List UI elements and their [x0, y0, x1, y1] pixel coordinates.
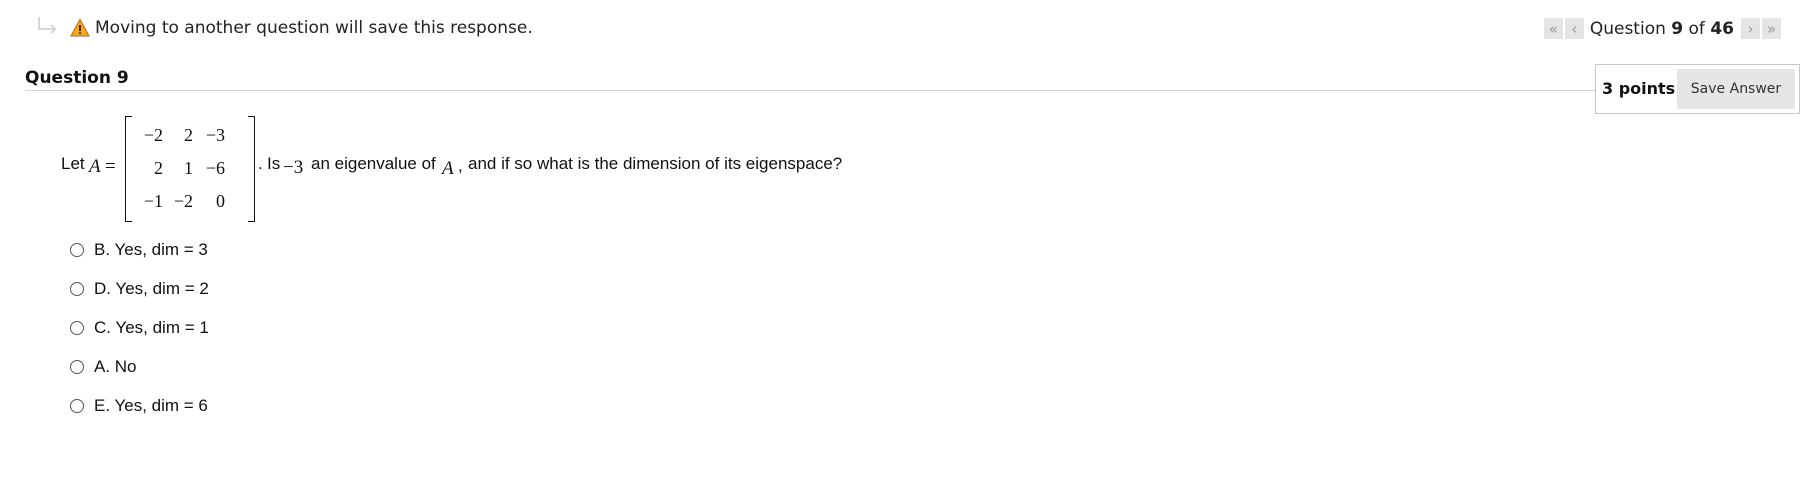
- points-panel: 3 points Save Answer: [1595, 64, 1800, 114]
- option-label[interactable]: D. Yes, dim = 2: [94, 279, 209, 299]
- header-divider: [25, 90, 1605, 91]
- option-label[interactable]: A. No: [94, 357, 137, 377]
- option-label[interactable]: C. Yes, dim = 1: [94, 318, 209, 338]
- matrix-cell: −6: [205, 158, 225, 178]
- nav-prefix: Question: [1589, 18, 1666, 39]
- matrix-cell: 0: [216, 191, 225, 211]
- first-question-button[interactable]: «: [1543, 18, 1563, 39]
- points-label: 3 points: [1602, 79, 1676, 98]
- save-warning: Moving to another question will save thi…: [36, 12, 533, 44]
- prompt-tail: and if so what is the dimension of its e…: [468, 154, 843, 173]
- answer-option[interactable]: D. Yes, dim = 2: [70, 277, 209, 301]
- prompt-let: Let: [61, 154, 85, 173]
- next-question-button[interactable]: ›: [1741, 18, 1760, 39]
- prompt-comma: ,: [458, 156, 463, 175]
- prompt-is: Is: [267, 154, 281, 173]
- radio-button[interactable]: [70, 399, 84, 413]
- question-navigation: « ‹ Question 9 of 46 › »: [1543, 18, 1782, 39]
- radio-button[interactable]: [70, 282, 84, 296]
- option-label[interactable]: E. Yes, dim = 6: [94, 396, 208, 416]
- matrix-ref-name: A: [442, 158, 454, 179]
- arrow-indent-icon: [36, 16, 60, 40]
- prompt-middle: an eigenvalue of: [311, 154, 436, 173]
- equals-sign: =: [105, 156, 116, 177]
- option-label[interactable]: B. Yes, dim = 3: [94, 240, 208, 260]
- radio-button[interactable]: [70, 243, 84, 257]
- answer-option[interactable]: A. No: [70, 355, 137, 379]
- question-position: Question 9 of 46: [1590, 19, 1734, 39]
- prompt-period: .: [258, 154, 263, 173]
- radio-button[interactable]: [70, 321, 84, 335]
- matrix-ref: A: [442, 158, 454, 180]
- matrix-symbol: A: [89, 156, 101, 178]
- warning-text: Moving to another question will save thi…: [95, 18, 533, 38]
- warning-icon: [70, 18, 90, 38]
- nav-total: 46: [1710, 18, 1734, 39]
- matrix-a: −2 2 −3 2 1 −6 −1 −2 0: [125, 116, 255, 222]
- last-question-button[interactable]: »: [1762, 18, 1781, 39]
- save-answer-button[interactable]: Save Answer: [1677, 69, 1795, 109]
- answer-option[interactable]: C. Yes, dim = 1: [70, 316, 209, 340]
- radio-button[interactable]: [70, 360, 84, 374]
- matrix-name: A: [89, 156, 101, 177]
- question-title: Question 9: [25, 68, 129, 88]
- nav-separator: of: [1688, 18, 1705, 39]
- matrix-right-bracket: [248, 116, 255, 222]
- previous-question-button[interactable]: ‹: [1564, 18, 1584, 39]
- eigenvalue: −3: [283, 157, 304, 178]
- nav-current: 9: [1671, 18, 1684, 39]
- answer-option[interactable]: E. Yes, dim = 6: [70, 394, 208, 418]
- matrix-cell: −3: [205, 125, 225, 145]
- answer-option[interactable]: B. Yes, dim = 3: [70, 238, 208, 262]
